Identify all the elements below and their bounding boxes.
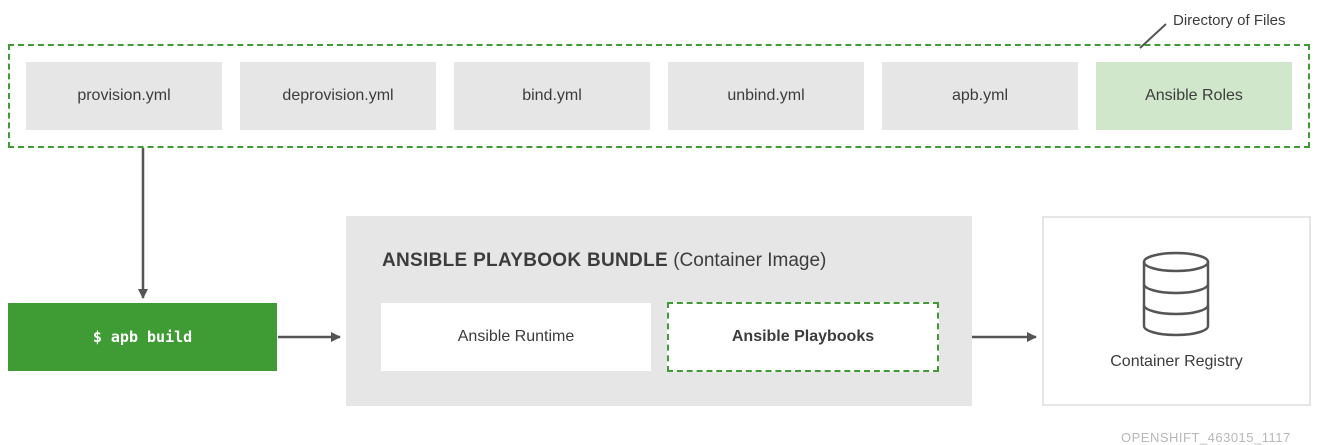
directory-label-leader-line [1139,23,1167,49]
database-icon [1142,251,1210,337]
connectors-layer [138,23,1210,342]
